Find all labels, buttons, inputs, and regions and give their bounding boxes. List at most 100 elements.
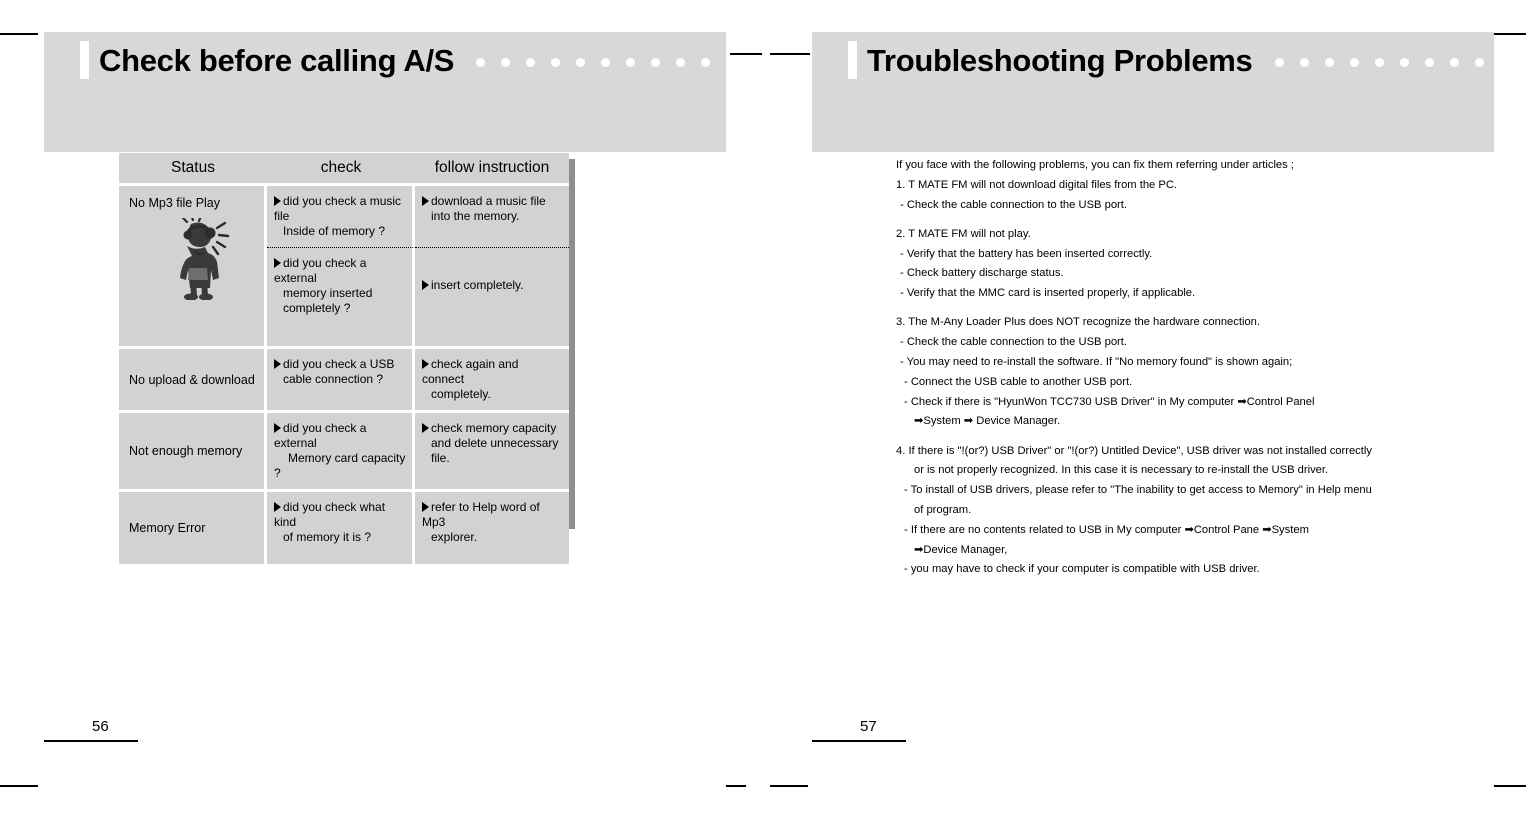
dot: [1474, 57, 1484, 67]
follow-line: into the memory.: [431, 209, 520, 223]
column-header-follow-instruction: follow instruction: [415, 153, 569, 186]
dot: [751, 57, 761, 67]
crop-mark-right-top: [1494, 33, 1526, 35]
item-bullet: - To install of USB drivers, please refe…: [904, 484, 1372, 497]
check-line: Memory card capacity ?: [274, 451, 406, 480]
follow-instruction-cell: refer to Help word of Mp3 explorer.: [415, 492, 569, 564]
item-bullet: - Verify that the MMC card is inserted p…: [900, 287, 1196, 300]
dot: [1499, 57, 1509, 67]
item-bullet: - Verify that the battery has been inser…: [900, 247, 1153, 260]
folio-rule: [812, 740, 906, 742]
dot: [551, 57, 561, 67]
dot: [1399, 57, 1409, 67]
follow-line: explorer.: [431, 530, 478, 544]
follow-instruction-cell: check again and connect completely.: [415, 349, 569, 413]
follow-instruction-cell: download a music file into the memory.: [415, 186, 569, 248]
item-bullet: - you may have to check if your computer…: [904, 563, 1260, 576]
crop-mark-gutter-right: [770, 53, 810, 55]
check-line: memory inserted: [283, 286, 373, 300]
status-cell-no-upload-download: No upload & download: [119, 349, 267, 413]
follow-line: insert completely.: [431, 278, 524, 292]
problem-item-2: 2. T MATE FM will not play. - Verify tha…: [896, 227, 1416, 300]
right-page: Troubleshooting Problems If you face wit…: [812, 0, 1526, 836]
item-bullet-with-arrows: - Check if there is "HyunWon TCC730 USB …: [904, 395, 1315, 408]
dot: [1324, 57, 1334, 67]
column-header-status: Status: [119, 153, 267, 186]
triangle-bullet-icon: [422, 423, 429, 433]
right-page-title: Troubleshooting Problems: [867, 42, 1253, 78]
status-label: No Mp3 file Play: [129, 196, 221, 210]
triangle-bullet-icon: [422, 359, 429, 369]
crop-mark-gutter-left: [730, 53, 762, 55]
item-continuation: of program.: [914, 503, 972, 516]
item-bullet: - Check the cable connection to the USB …: [900, 336, 1127, 349]
item-continuation: or is not properly recognized. In this c…: [914, 464, 1329, 477]
crop-mark-gutter-bottom-right: [770, 785, 808, 787]
item-bullet-with-arrows: ➡Device Manager,: [914, 543, 1008, 556]
triangle-bullet-icon: [422, 502, 429, 512]
follow-line: check again and connect: [422, 357, 519, 386]
status-label: Memory Error: [129, 521, 206, 535]
triangle-bullet-icon: [422, 280, 429, 290]
check-line: of memory it is ?: [283, 530, 372, 544]
dot: [701, 57, 711, 67]
left-title-dot-rule: [476, 57, 761, 67]
crop-mark-left-top: [0, 33, 38, 35]
follow-line: and delete unnecessary: [431, 436, 559, 450]
title-accent-bar: [80, 41, 89, 79]
dot: [1449, 57, 1459, 67]
page-number: 56: [92, 718, 109, 735]
check-cell: did you check a external memory inserted…: [267, 248, 415, 349]
check-line: did you check a USB: [283, 357, 395, 371]
item-bullet: - Connect the USB cable to another USB p…: [904, 375, 1133, 388]
check-cell: did you check a USB cable connection ?: [267, 349, 415, 413]
status-cell-memory-error: Memory Error: [119, 492, 267, 564]
crop-mark-left-bottom: [0, 785, 38, 787]
item-bullet: - Check the cable connection to the USB …: [900, 198, 1127, 211]
follow-line: download a music file: [431, 194, 546, 208]
item-heading: 3. The M-Any Loader Plus does NOT recogn…: [896, 316, 1261, 329]
check-cell: did you check a music file Inside of mem…: [267, 186, 415, 248]
check-line: did you check a external: [274, 421, 367, 450]
check-line: cable connection ?: [283, 372, 384, 386]
check-line: did you check a music file: [274, 194, 402, 223]
triangle-bullet-icon: [274, 423, 281, 433]
check-line: completely ?: [283, 301, 351, 315]
dot: [1424, 57, 1434, 67]
dot: [601, 57, 611, 67]
title-accent-bar: [848, 41, 857, 79]
item-bullet: - You may need to re-install the softwar…: [900, 355, 1293, 368]
table-row: No Mp3 file Play did you check a music f…: [119, 186, 569, 349]
troubleshooting-body: If you face with the following problems,…: [896, 159, 1416, 594]
item-bullet-with-arrows: ➡System ➡ Device Manager.: [914, 415, 1061, 428]
item-heading: 1. T MATE FM will not download digital f…: [896, 178, 1178, 191]
check-line: Inside of memory ?: [283, 224, 386, 238]
table-row: No upload & download did you check a USB…: [119, 349, 569, 413]
troubleshooting-table-wrapper: Status check follow instruction No Mp3 f…: [119, 153, 575, 564]
table-header-row: Status check follow instruction: [119, 153, 569, 186]
dot: [576, 57, 586, 67]
item-bullet: - Check battery discharge status.: [900, 267, 1064, 280]
crop-mark-right-bottom: [1494, 785, 1526, 787]
problem-item-4: 4. If there is "!(or?) USB Driver" or "!…: [896, 445, 1416, 576]
dot: [1374, 57, 1384, 67]
dot: [526, 57, 536, 67]
page-number: 57: [860, 718, 877, 735]
item-heading: 2. T MATE FM will not play.: [896, 227, 1031, 240]
triangle-bullet-icon: [274, 359, 281, 369]
triangle-bullet-icon: [274, 258, 281, 268]
intro-text: If you face with the following problems,…: [896, 159, 1294, 171]
triangle-bullet-icon: [274, 196, 281, 206]
dot: [676, 57, 686, 67]
follow-line: file.: [431, 451, 450, 465]
problem-item-1: 1. T MATE FM will not download digital f…: [896, 178, 1416, 211]
check-line: did you check a external: [274, 256, 367, 285]
triangle-bullet-icon: [274, 502, 281, 512]
person-with-headphones-illustration: [179, 218, 229, 300]
follow-instruction-cell: check memory capacity and delete unneces…: [415, 413, 569, 492]
follow-line: refer to Help word of Mp3: [422, 500, 540, 529]
dot: [501, 57, 511, 67]
follow-line: check memory capacity: [431, 421, 557, 435]
right-title-dot-rule: [1274, 57, 1526, 67]
folio-rule: [44, 740, 138, 742]
